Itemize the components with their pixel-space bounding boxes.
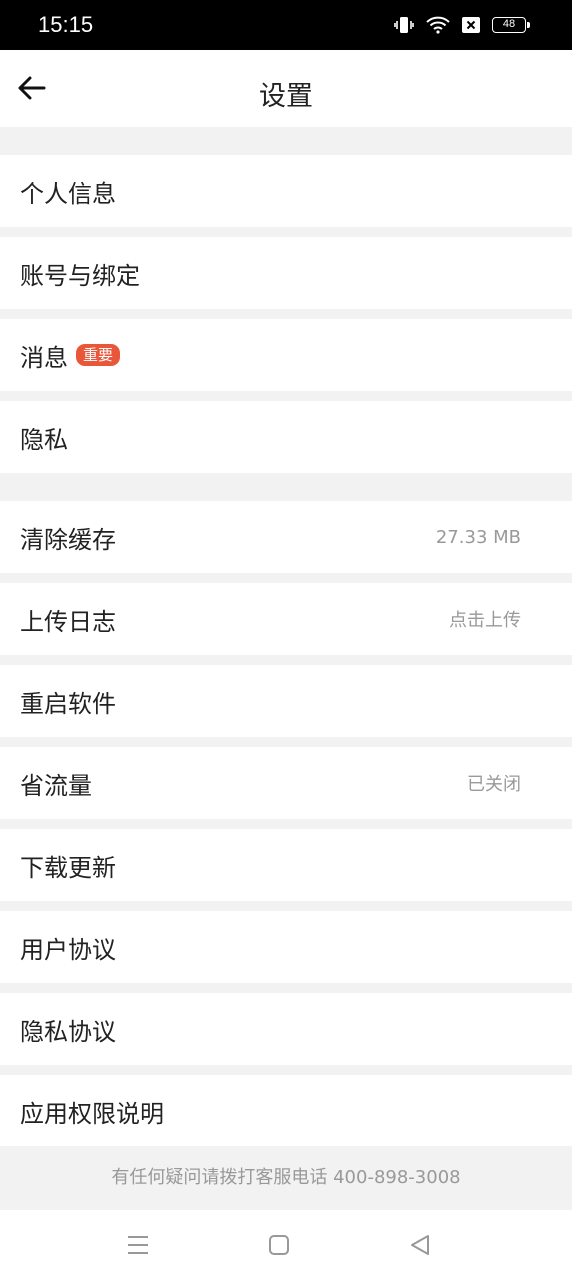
menu-item-label: 上传日志 xyxy=(20,607,116,636)
battery-icon: 48 xyxy=(492,17,530,33)
menu-item-upload-log[interactable]: 上传日志 点击上传 xyxy=(0,583,572,655)
status-bar: 15:15 48 xyxy=(0,0,572,50)
triangle-back-icon xyxy=(411,1235,429,1255)
menu-item-label: 清除缓存 xyxy=(20,525,116,554)
wifi-icon xyxy=(426,16,450,34)
important-badge: 重要 xyxy=(76,344,121,366)
home-nav-button[interactable] xyxy=(266,1232,292,1258)
sim-blocked-icon xyxy=(462,17,480,33)
menu-item-user-agreement[interactable]: 用户协议 xyxy=(0,911,572,983)
menu-item-label: 下载更新 xyxy=(20,853,116,882)
menu-item-label: 个人信息 xyxy=(20,179,116,208)
menu-item-personal-info[interactable]: 个人信息 xyxy=(0,155,572,227)
menu-item-privacy[interactable]: 隐私 xyxy=(0,401,572,473)
nav-header: 设置 xyxy=(0,50,572,127)
menu-item-label: 用户协议 xyxy=(20,935,116,964)
menu-item-label: 省流量 xyxy=(20,771,92,800)
data-saver-status: 已关闭 xyxy=(467,774,521,795)
menu-item-privacy-agreement[interactable]: 隐私协议 xyxy=(0,993,572,1065)
menu-item-restart-app[interactable]: 重启软件 xyxy=(0,665,572,737)
menu-item-clear-cache[interactable]: 清除缓存 27.33 MB xyxy=(0,501,572,573)
menu-item-label: 账号与绑定 xyxy=(20,261,140,290)
back-nav-button[interactable] xyxy=(407,1232,433,1258)
menu-item-label: 消息 xyxy=(20,343,68,372)
square-home-icon xyxy=(269,1235,289,1255)
status-icons: 48 xyxy=(394,16,530,34)
menu-item-download-update[interactable]: 下载更新 xyxy=(0,829,572,901)
menu-item-label: 应用权限说明 xyxy=(20,1099,164,1128)
upload-log-hint: 点击上传 xyxy=(449,610,521,631)
menu-item-data-saver[interactable]: 省流量 已关闭 xyxy=(0,747,572,819)
menu-item-permissions-info[interactable]: 应用权限说明 xyxy=(0,1075,572,1147)
support-phone-footer: 有任何疑问请拨打客服电话 400-898-3008 xyxy=(0,1146,572,1210)
menu-item-label: 重启软件 xyxy=(20,689,116,718)
system-nav-bar xyxy=(0,1210,572,1280)
menu-nav-button[interactable] xyxy=(125,1232,151,1258)
menu-item-account-binding[interactable]: 账号与绑定 xyxy=(0,237,572,309)
menu-lines-icon xyxy=(128,1236,148,1254)
vibrate-icon xyxy=(394,17,414,33)
cache-size-value: 27.33 MB xyxy=(435,526,521,548)
menu-item-label: 隐私 xyxy=(20,425,68,454)
page-title: 设置 xyxy=(259,81,313,112)
menu-item-label: 隐私协议 xyxy=(20,1017,116,1046)
menu-item-messages[interactable]: 消息 重要 xyxy=(0,319,572,391)
status-time: 15:15 xyxy=(38,12,94,37)
